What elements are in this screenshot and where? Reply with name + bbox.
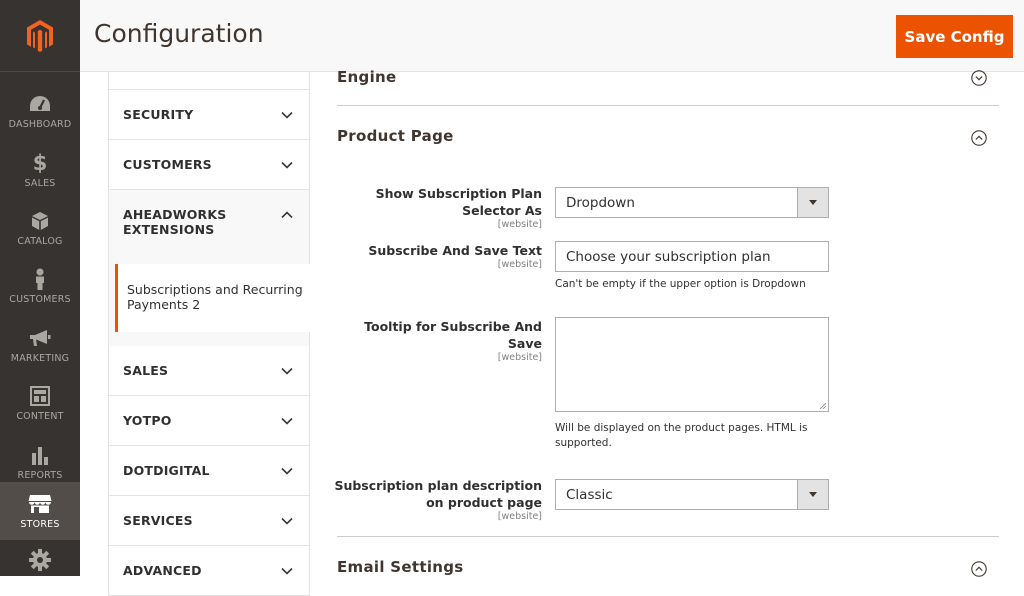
caret-down-icon bbox=[797, 480, 828, 509]
nav-label: DASHBOARD bbox=[8, 119, 72, 130]
tab-label: DOTDIGITAL bbox=[123, 463, 210, 478]
field-label-selector: Show Subscription Plan Selector As [webs… bbox=[337, 185, 542, 231]
magento-logo[interactable] bbox=[0, 0, 80, 72]
nav-customers[interactable]: CUSTOMERS bbox=[0, 257, 80, 315]
chevron-down-icon bbox=[281, 567, 293, 575]
scope-text: [website] bbox=[497, 352, 542, 363]
select-value: Dropdown bbox=[566, 195, 635, 211]
section-title: Engine bbox=[337, 68, 397, 86]
label-text: Subscribe And Save Text bbox=[368, 243, 542, 258]
scope-text: [website] bbox=[497, 259, 542, 270]
tab-label: AHEADWORKS EXTENSIONS bbox=[123, 207, 227, 237]
field-note: Can't be empty if the upper option is Dr… bbox=[555, 278, 806, 290]
tab-yotpo[interactable]: YOTPO bbox=[108, 396, 310, 446]
label-text: Show Subscription Plan Selector As bbox=[375, 186, 542, 218]
field-note: Will be displayed on the product pages. … bbox=[555, 422, 808, 449]
tab-sales[interactable]: SALES bbox=[108, 346, 310, 396]
subtab-subscriptions[interactable]: Subscriptions and Recurring Payments 2 bbox=[115, 264, 311, 332]
tab-advanced[interactable]: ADVANCED bbox=[108, 546, 310, 596]
resize-handle-icon[interactable] bbox=[819, 402, 826, 409]
field-label-description: Subscription plan description on product… bbox=[332, 477, 542, 523]
scope-text: [website] bbox=[497, 511, 542, 522]
chevron-up-icon bbox=[281, 211, 293, 219]
chevron-down-icon bbox=[281, 517, 293, 525]
nav-label: STORES bbox=[20, 519, 60, 530]
label-text: Tooltip for Subscribe And Save bbox=[364, 319, 542, 351]
description-select[interactable]: Classic bbox=[555, 479, 829, 510]
tab-label: SERVICES bbox=[123, 513, 193, 528]
tooltip-textarea[interactable] bbox=[555, 317, 829, 412]
label-text: Subscription plan description on product… bbox=[334, 478, 542, 510]
section-title: Email Settings bbox=[337, 558, 464, 576]
nav-label: MARKETING bbox=[10, 353, 70, 364]
nav-label: REPORTS bbox=[17, 470, 63, 481]
page-title: Configuration bbox=[94, 19, 264, 48]
field-label-subscribe: Subscribe And Save Text [website] bbox=[337, 242, 542, 271]
tab-label: CUSTOMERS bbox=[123, 157, 212, 172]
chevron-down-icon bbox=[281, 367, 293, 375]
scope-text: [website] bbox=[497, 219, 542, 230]
section-email-settings[interactable]: Email Settings bbox=[337, 537, 999, 577]
chevron-down-icon bbox=[281, 111, 293, 119]
collapse-icon bbox=[971, 130, 987, 146]
admin-nav: DASHBOARD $ SALES CATALOG CUSTOMERS MARK… bbox=[0, 0, 80, 576]
nav-content[interactable]: CONTENT bbox=[0, 374, 80, 432]
caret-down-icon bbox=[797, 188, 828, 217]
tab-dotdigital[interactable]: DOTDIGITAL bbox=[108, 446, 310, 496]
person-icon bbox=[33, 267, 47, 291]
select-value: Classic bbox=[566, 487, 613, 503]
selector-select[interactable]: Dropdown bbox=[555, 187, 829, 218]
input-value: Choose your subscription plan bbox=[566, 249, 771, 265]
gear-icon bbox=[29, 548, 51, 572]
config-main: Engine Product Page Show Subscription Pl… bbox=[334, 68, 999, 577]
collapse-icon bbox=[971, 561, 987, 577]
section-title: Product Page bbox=[337, 127, 454, 145]
nav-label: SALES bbox=[24, 178, 56, 189]
subtab-label: Subscriptions and Recurring Payments 2 bbox=[127, 282, 303, 312]
tab-label: SALES bbox=[123, 363, 169, 378]
expand-icon bbox=[971, 70, 987, 86]
store-icon bbox=[28, 492, 52, 516]
cube-icon bbox=[31, 209, 49, 233]
subscribe-save-text-input[interactable]: Choose your subscription plan bbox=[555, 241, 829, 272]
chevron-down-icon bbox=[281, 161, 293, 169]
tab-customers[interactable]: CUSTOMERS bbox=[108, 140, 310, 190]
dollar-icon: $ bbox=[32, 151, 48, 175]
magento-logo-icon bbox=[27, 19, 53, 52]
nav-label: CUSTOMERS bbox=[9, 294, 71, 305]
nav-stores[interactable]: STORES bbox=[0, 482, 80, 540]
nav-settings[interactable] bbox=[0, 540, 80, 580]
nav-catalog[interactable]: CATALOG bbox=[0, 199, 80, 257]
nav-sales[interactable]: $ SALES bbox=[0, 141, 80, 199]
nav-marketing[interactable]: MARKETING bbox=[0, 316, 80, 374]
config-tabs: SECURITY CUSTOMERS AHEADWORKS EXTENSIONS… bbox=[108, 72, 311, 596]
tab-label: SECURITY bbox=[123, 107, 194, 122]
chevron-down-icon bbox=[281, 417, 293, 425]
nav-dashboard[interactable]: DASHBOARD bbox=[0, 82, 80, 140]
bar-chart-icon bbox=[30, 443, 50, 467]
tab-previous[interactable] bbox=[108, 72, 310, 90]
dashboard-icon bbox=[29, 92, 51, 116]
nav-label: CATALOG bbox=[17, 236, 63, 247]
megaphone-icon bbox=[29, 326, 51, 350]
section-engine[interactable]: Engine bbox=[337, 52, 999, 106]
nav-label: CONTENT bbox=[16, 411, 64, 422]
tab-security[interactable]: SECURITY bbox=[108, 90, 310, 140]
content-icon bbox=[30, 384, 50, 408]
chevron-down-icon bbox=[281, 467, 293, 475]
field-label-tooltip: Tooltip for Subscribe And Save [website] bbox=[337, 318, 542, 364]
tab-services[interactable]: SERVICES bbox=[108, 496, 310, 546]
tab-label: YOTPO bbox=[123, 413, 172, 428]
